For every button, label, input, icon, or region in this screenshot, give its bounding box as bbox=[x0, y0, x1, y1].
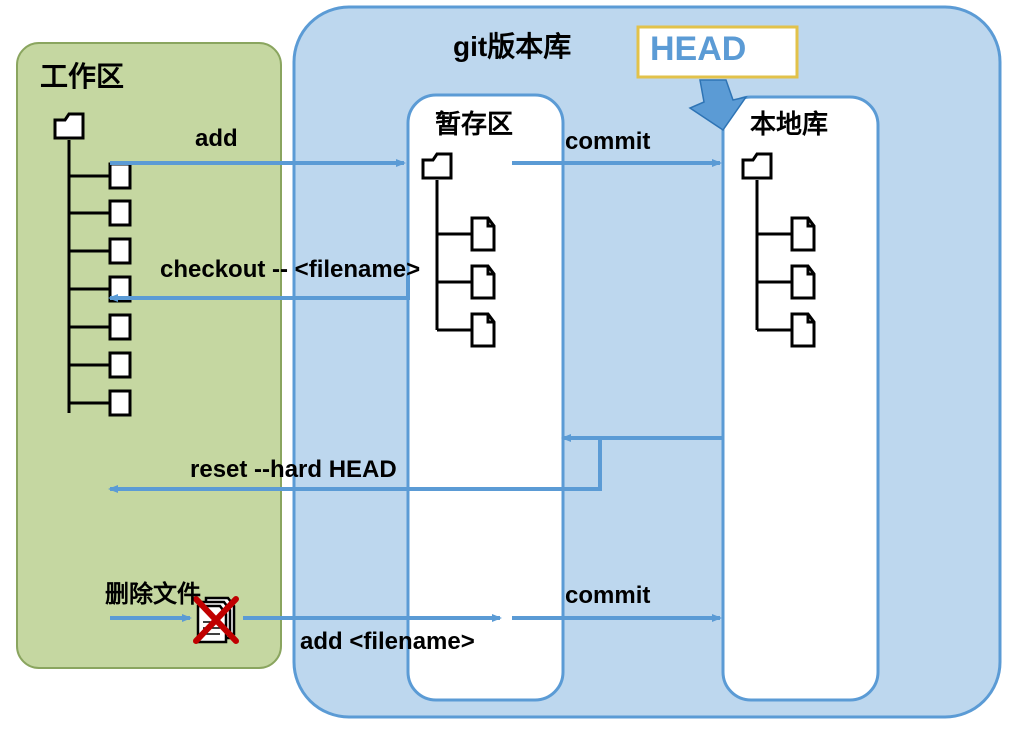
git-repo-label: git版本库 bbox=[453, 25, 571, 65]
working-area-label: 工作区 bbox=[40, 55, 124, 95]
git-repo-box bbox=[294, 7, 1000, 717]
local-repo-label: 本地库 bbox=[750, 104, 828, 141]
reset-label: reset --hard HEAD bbox=[190, 456, 397, 484]
stage-area-label: 暂存区 bbox=[435, 104, 513, 141]
stage-area-box bbox=[408, 95, 563, 700]
add-arrow-label: add bbox=[195, 125, 238, 153]
add-filename-label: add <filename> bbox=[300, 628, 475, 656]
deleted-file-icon bbox=[196, 598, 236, 642]
commit-bottom-label: commit bbox=[565, 582, 650, 610]
delete-file-label: 删除文件 bbox=[105, 574, 201, 609]
head-label: HEAD bbox=[650, 30, 746, 69]
local-repo-box bbox=[723, 97, 878, 700]
checkout-label: checkout -- <filename> bbox=[160, 256, 420, 284]
commit-top-label: commit bbox=[565, 128, 650, 156]
